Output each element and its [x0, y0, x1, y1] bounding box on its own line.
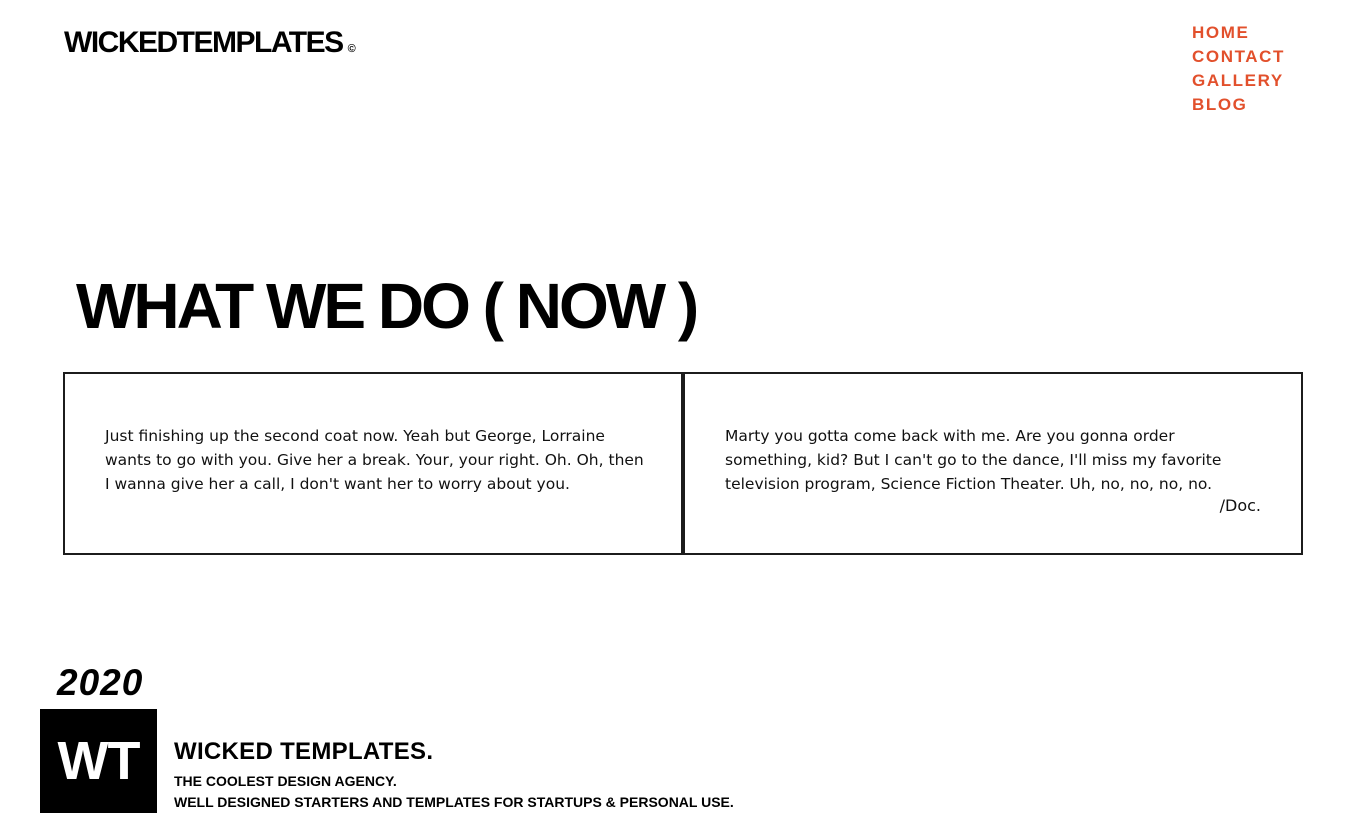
brand-name: WICKEDTEMPLATES	[64, 26, 344, 59]
footer-logo: WT	[40, 709, 157, 813]
main-nav: HOME CONTACT GALLERY BLOG	[1192, 21, 1285, 117]
info-card-right: Marty you gotta come back with me. Are y…	[683, 372, 1303, 555]
nav-link-blog[interactable]: BLOG	[1192, 93, 1285, 117]
footer-tagline: THE COOLEST DESIGN AGENCY.	[174, 773, 397, 789]
footer-year: 2020	[57, 662, 144, 703]
info-card-left: Just finishing up the second coat now. Y…	[63, 372, 683, 555]
nav-link-gallery[interactable]: GALLERY	[1192, 69, 1285, 93]
card-text: Marty you gotta come back with me. Are y…	[725, 427, 1222, 493]
info-cards: Just finishing up the second coat now. Y…	[63, 372, 1303, 555]
site-logo[interactable]: WICKEDTEMPLATES ©	[64, 26, 356, 66]
card-text: Just finishing up the second coat now. Y…	[105, 427, 644, 493]
card-signature: /Doc.	[1219, 496, 1261, 515]
page-headline: WHAT WE DO ( NOW )	[76, 270, 699, 342]
footer-company-name: WICKED TEMPLATES.	[174, 738, 434, 765]
nav-link-contact[interactable]: CONTACT	[1192, 45, 1285, 69]
copyright-icon: ©	[347, 43, 356, 55]
footer-description: WELL DESIGNED STARTERS AND TEMPLATES FOR…	[174, 794, 734, 810]
nav-link-home[interactable]: HOME	[1192, 21, 1285, 45]
